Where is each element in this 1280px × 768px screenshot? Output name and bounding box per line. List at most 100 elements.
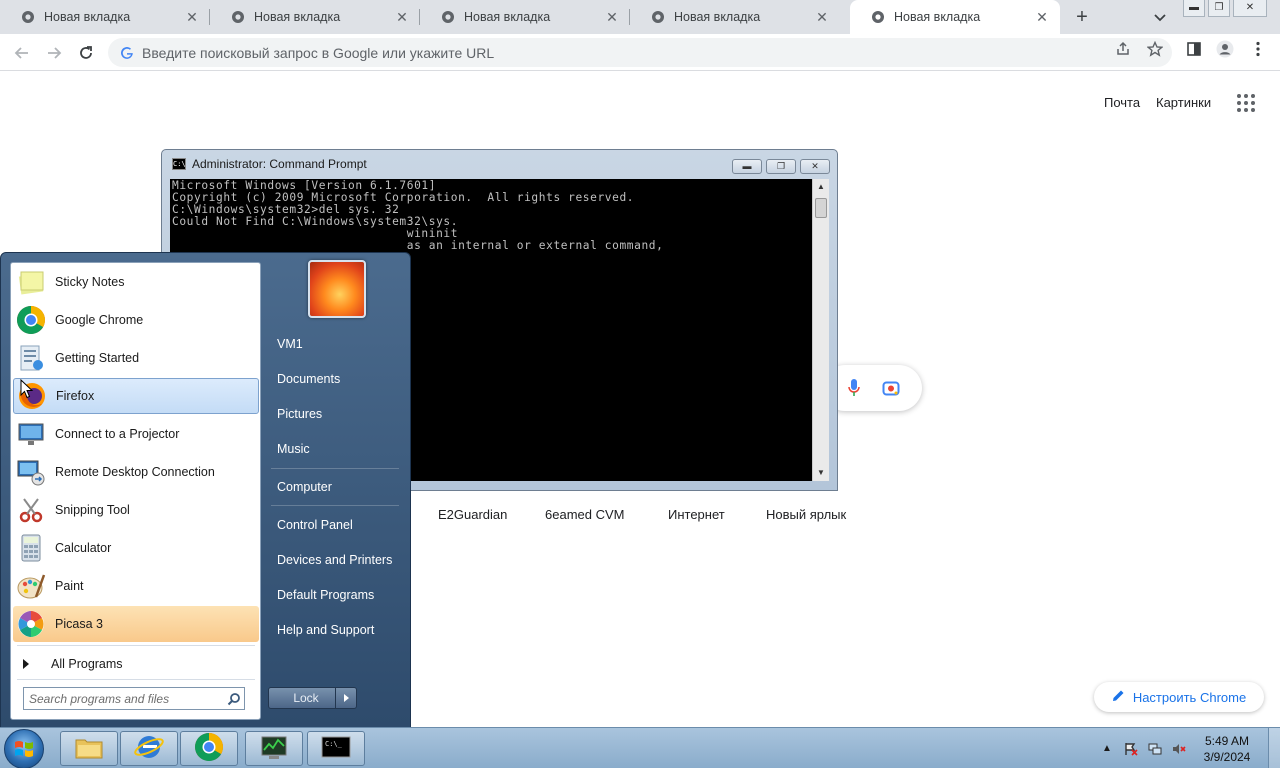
cmd-icon: C:\_: [321, 736, 351, 761]
network-icon[interactable]: [1148, 742, 1162, 756]
scroll-thumb[interactable]: [815, 198, 827, 218]
program-label: Paint: [55, 579, 84, 593]
user-account-picture[interactable]: [308, 260, 366, 318]
shortcut-tile[interactable]: Новый ярлык: [766, 507, 846, 522]
program-calculator[interactable]: Calculator: [13, 530, 259, 566]
browser-tab[interactable]: Новая вкладка ✕: [630, 0, 840, 34]
program-label: Calculator: [55, 541, 112, 555]
scroll-up-arrow-icon[interactable]: ▲: [813, 179, 829, 195]
restore-window-icon[interactable]: ❐: [1208, 0, 1230, 17]
cmd-vertical-scrollbar[interactable]: ▲ ▼: [812, 179, 829, 481]
shortcut-tile[interactable]: E2Guardian: [438, 507, 507, 522]
chrome-favicon-icon: [440, 9, 456, 25]
back-arrow-icon[interactable]: [11, 42, 33, 64]
program-label: Google Chrome: [55, 313, 144, 327]
all-programs-button[interactable]: All Programs: [19, 652, 255, 676]
show-hidden-icons-arrow-icon[interactable]: ▲: [1100, 742, 1114, 756]
profile-avatar-icon[interactable]: [1216, 40, 1234, 58]
chrome-menu-kebab-icon[interactable]: [1249, 40, 1267, 58]
google-lens-camera-icon[interactable]: [882, 379, 900, 400]
all-programs-label: All Programs: [51, 657, 123, 671]
ie-icon: [134, 732, 164, 765]
shortcut-tile[interactable]: Интернет: [668, 507, 725, 522]
tab-close-icon[interactable]: ✕: [394, 9, 410, 25]
shortcut-tile[interactable]: 6eamed CVM: [545, 507, 624, 522]
sticky-notes-icon: [15, 266, 47, 298]
show-desktop-button[interactable]: [1268, 728, 1280, 768]
program-google-chrome[interactable]: Google Chrome: [13, 302, 259, 338]
omnibox[interactable]: [108, 38, 1172, 67]
cmd-close-icon[interactable]: ✕: [800, 159, 830, 174]
taskbar-cmd-button[interactable]: C:\_: [307, 731, 365, 766]
taskbar-ie-button[interactable]: [120, 731, 178, 766]
program-sticky-notes[interactable]: Sticky Notes: [13, 264, 259, 300]
cmd-minimize-icon[interactable]: ▬: [732, 159, 762, 174]
start-link-user-folder[interactable]: VM1: [268, 330, 406, 358]
chrome-icon: [194, 732, 224, 765]
browser-tab[interactable]: Новая вкладка ✕: [0, 0, 210, 34]
shutdown-options-arrow-icon[interactable]: [335, 687, 357, 709]
start-orb-windows-icon[interactable]: [4, 729, 44, 768]
side-panel-icon[interactable]: [1185, 40, 1203, 58]
start-link-devices-printers[interactable]: Devices and Printers: [268, 546, 406, 574]
cmd-app-icon: C:\: [172, 158, 186, 170]
forward-arrow-icon[interactable]: [43, 42, 65, 64]
browser-toolbar: [0, 34, 1280, 71]
start-link-default-programs[interactable]: Default Programs: [268, 581, 406, 609]
program-paint[interactable]: Paint: [13, 568, 259, 604]
gmail-link[interactable]: Почта: [1104, 95, 1140, 110]
chrome-icon: [15, 304, 47, 336]
new-tab-plus-icon[interactable]: +: [1071, 6, 1093, 28]
start-link-control-panel[interactable]: Control Panel: [268, 511, 406, 539]
start-link-computer[interactable]: Computer: [268, 473, 406, 501]
close-window-icon[interactable]: ✕: [1233, 0, 1267, 17]
system-clock[interactable]: 5:49 AM 3/9/2024: [1196, 733, 1258, 765]
chrome-favicon-icon: [20, 9, 36, 25]
volume-muted-icon[interactable]: [1172, 742, 1186, 756]
program-connect-to-projector[interactable]: Connect to a Projector: [13, 416, 259, 452]
browser-tab[interactable]: Новая вкладка ✕: [420, 0, 630, 34]
program-remote-desktop[interactable]: Remote Desktop Connection: [13, 454, 259, 490]
bookmark-star-icon[interactable]: [1146, 40, 1164, 58]
scroll-down-arrow-icon[interactable]: ▼: [813, 465, 829, 481]
taskbar-chrome-button[interactable]: [180, 731, 238, 766]
cmd-maximize-icon[interactable]: ❐: [766, 159, 796, 174]
program-getting-started[interactable]: Getting Started: [13, 340, 259, 376]
tab-search-chevron-icon[interactable]: [1150, 7, 1170, 27]
start-link-help-support[interactable]: Help and Support: [268, 616, 406, 644]
customize-chrome-button[interactable]: Настроить Chrome: [1094, 682, 1264, 712]
taskbar-task-manager-button[interactable]: [245, 731, 303, 766]
start-search-box[interactable]: [23, 687, 245, 710]
google-apps-grid-icon[interactable]: [1237, 94, 1255, 112]
program-label: Sticky Notes: [55, 275, 125, 289]
reload-icon[interactable]: [75, 42, 97, 64]
voice-search-mic-icon[interactable]: [848, 379, 860, 400]
tab-strip: Новая вкладка ✕ Новая вкладка ✕ Новая вк…: [0, 0, 1280, 34]
program-snipping-tool[interactable]: Snipping Tool: [13, 492, 259, 528]
tab-close-icon[interactable]: ✕: [184, 9, 200, 25]
lock-button[interactable]: Lock: [268, 687, 344, 709]
chrome-favicon-icon: [870, 9, 886, 25]
start-search-input[interactable]: [29, 691, 224, 706]
address-input[interactable]: [142, 44, 1042, 61]
customize-chrome-label: Настроить Chrome: [1132, 689, 1247, 705]
tab-close-icon[interactable]: ✕: [1034, 9, 1050, 25]
program-firefox[interactable]: Firefox: [13, 378, 259, 414]
remote-desktop-icon: [15, 456, 47, 488]
images-link[interactable]: Картинки: [1156, 95, 1211, 110]
share-icon[interactable]: [1114, 40, 1132, 58]
program-label: Firefox: [56, 389, 95, 403]
browser-tab-active[interactable]: Новая вкладка ✕: [850, 0, 1060, 34]
action-center-flag-icon[interactable]: [1124, 742, 1138, 756]
start-link-documents[interactable]: Documents: [268, 365, 406, 393]
getting-started-icon: [15, 342, 47, 374]
taskbar-explorer-button[interactable]: [60, 731, 118, 766]
start-link-pictures[interactable]: Pictures: [268, 400, 406, 428]
start-link-music[interactable]: Music: [268, 435, 406, 463]
browser-tab[interactable]: Новая вкладка ✕: [210, 0, 420, 34]
tab-close-icon[interactable]: ✕: [604, 9, 620, 25]
tab-close-icon[interactable]: ✕: [814, 9, 830, 25]
projector-icon: [15, 418, 47, 450]
program-picasa[interactable]: Picasa 3: [13, 606, 259, 642]
minimize-window-icon[interactable]: ▬: [1183, 0, 1205, 17]
